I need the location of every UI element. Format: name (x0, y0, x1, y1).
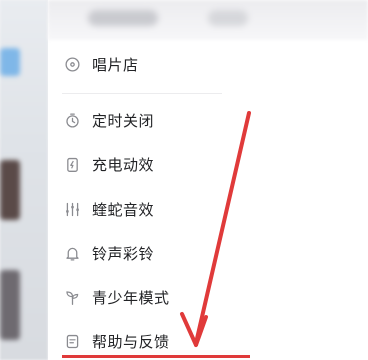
menu-item-ringtones[interactable]: 铃声彩铃 (48, 231, 368, 275)
background-thumbnail (0, 160, 20, 220)
sprout-icon (62, 287, 82, 307)
menu-item-sleep-timer[interactable]: 定时关闭 (48, 98, 368, 142)
menu-item-label: 铃声彩铃 (92, 244, 155, 263)
menu-item-label: 帮助与反馈 (92, 332, 170, 351)
menu-item-label: 青少年模式 (92, 288, 170, 307)
menu-divider (62, 93, 222, 94)
background-thumbnail (0, 270, 20, 340)
menu-item-label: 唱片店 (92, 55, 139, 74)
menu-item-charging-effect[interactable]: 充电动效 (48, 142, 368, 186)
equalizer-icon (62, 199, 82, 219)
menu-item-label: 蝰蛇音效 (92, 200, 155, 219)
menu-item-teen-mode[interactable]: 青少年模式 (48, 275, 368, 319)
menu-item-help-feedback[interactable]: 帮助与反馈 (48, 319, 368, 360)
menu-item-label: 定时关闭 (92, 111, 155, 130)
app-screen: 唱片店 定时关闭 充电动效 蝰蛇音效 铃声彩铃 青少年模式 帮助与反馈 (0, 0, 368, 360)
background-app-content (0, 0, 48, 360)
bell-icon (62, 243, 82, 263)
timer-icon (62, 110, 82, 130)
highlight-underline (62, 355, 250, 358)
background-thumbnail (0, 48, 20, 76)
blurred-header-text (208, 10, 248, 26)
menu-item-label: 充电动效 (92, 155, 155, 174)
menu-item-record-store[interactable]: 唱片店 (48, 42, 368, 86)
side-drawer-menu: 唱片店 定时关闭 充电动效 蝰蛇音效 铃声彩铃 青少年模式 帮助与反馈 (48, 0, 368, 360)
feedback-icon (62, 331, 82, 351)
blurred-header-text (88, 10, 158, 26)
menu-item-viper-sound-effect[interactable]: 蝰蛇音效 (48, 187, 368, 231)
disc-icon (62, 54, 82, 74)
drawer-header-blurred (48, 0, 368, 40)
battery-charging-icon (62, 154, 82, 174)
